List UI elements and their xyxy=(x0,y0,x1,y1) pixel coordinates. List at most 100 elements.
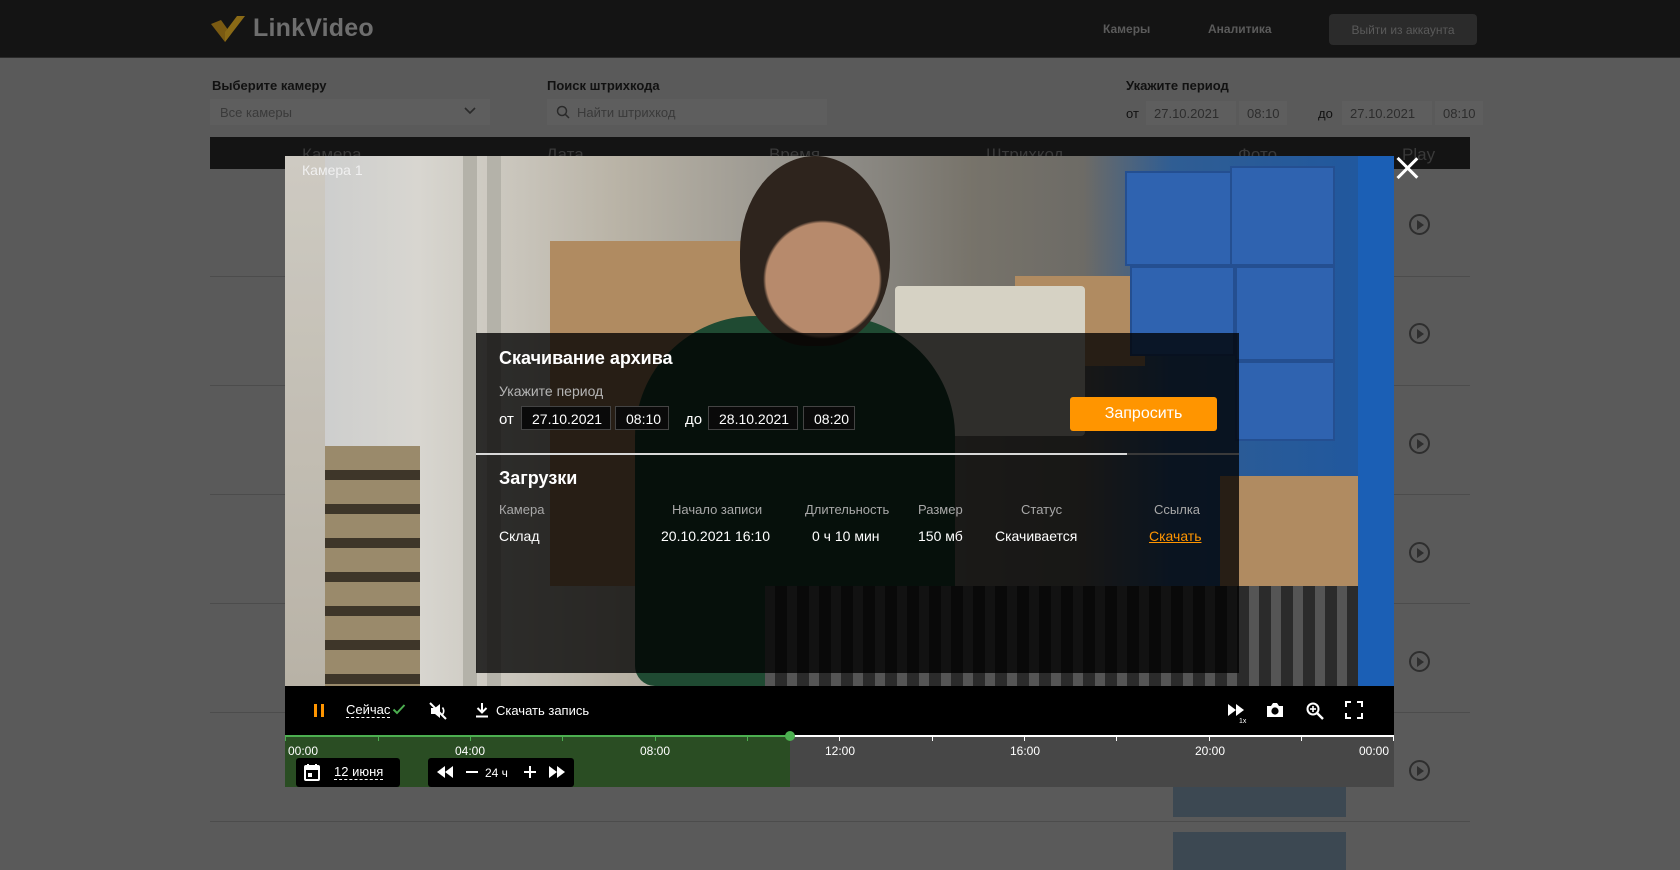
mute-icon[interactable] xyxy=(428,701,448,721)
timeline-label: 12:00 xyxy=(825,744,856,758)
downloads-col-start: Начало записи xyxy=(672,502,763,517)
video-player: Камера 1 Скачивание архива Укажите перио… xyxy=(285,156,1394,787)
video-frame-person-head xyxy=(740,156,890,346)
download-icon[interactable] xyxy=(475,702,489,718)
download-row-size: 150 мб xyxy=(918,528,963,544)
panel-divider xyxy=(476,453,1239,455)
live-now-button[interactable]: Сейчас xyxy=(346,703,391,718)
play-button[interactable] xyxy=(1409,542,1430,563)
download-row-status: Скачивается xyxy=(995,528,1078,544)
timeline-label: 20:00 xyxy=(1195,744,1226,758)
calendar-icon xyxy=(304,764,320,781)
photo-thumbnail[interactable] xyxy=(1173,787,1346,817)
timeline-played-line xyxy=(285,735,790,737)
camera-filter-label: Выберите камеру xyxy=(212,78,327,93)
play-button[interactable] xyxy=(1409,651,1430,672)
date-picker-button[interactable]: 12 июня xyxy=(296,758,400,787)
video-frame-edge xyxy=(285,156,325,686)
timeline-tick xyxy=(1393,735,1394,741)
downloads-title: Загрузки xyxy=(499,468,578,488)
timeline-zoom-value: 24 ч xyxy=(485,766,508,780)
pause-icon[interactable] xyxy=(314,704,325,717)
timeline-label: 08:00 xyxy=(640,744,671,758)
logo[interactable]: LinkVideo xyxy=(211,14,374,43)
download-link[interactable]: Скачать xyxy=(1149,528,1202,544)
plus-icon[interactable] xyxy=(522,764,538,780)
logo-mark-icon xyxy=(211,15,245,42)
period-from-label: от xyxy=(1126,106,1139,121)
barcode-search-input[interactable]: Найти штрихкод xyxy=(547,99,827,125)
nav-analytics[interactable]: Аналитика xyxy=(1208,22,1272,36)
download-period-label: Укажите период xyxy=(499,383,604,399)
chevron-down-icon xyxy=(464,107,476,115)
close-icon[interactable] xyxy=(1391,152,1423,184)
period-to-time[interactable]: 08:10 xyxy=(1435,101,1483,125)
download-row-duration: 0 ч 10 мин xyxy=(812,528,880,544)
fast-forward-icon[interactable] xyxy=(1227,701,1247,719)
fullscreen-icon[interactable] xyxy=(1345,701,1363,719)
video-frame-edge xyxy=(1358,156,1394,686)
rewind-icon[interactable] xyxy=(436,764,454,780)
timeline-tick xyxy=(470,735,471,741)
download-from-date[interactable]: 27.10.2021 xyxy=(521,406,611,430)
check-icon xyxy=(392,704,406,715)
timeline-zoom-controls: 24 ч xyxy=(428,758,574,787)
playback-speed-label: 1x xyxy=(1239,718,1247,725)
download-to-time[interactable]: 08:20 xyxy=(803,406,855,430)
video-frame-crate xyxy=(1235,266,1335,361)
play-button[interactable] xyxy=(1409,323,1430,344)
downloads-col-size: Размер xyxy=(918,502,963,517)
download-from-time[interactable]: 08:10 xyxy=(615,406,669,430)
timeline-position-handle[interactable] xyxy=(785,731,795,741)
date-picker-label: 12 июня xyxy=(334,764,384,780)
logout-button[interactable]: Выйти из аккаунта xyxy=(1329,14,1477,45)
download-to-date[interactable]: 28.10.2021 xyxy=(708,406,798,430)
timeline-tick xyxy=(1024,735,1025,741)
camera-select-value: Все камеры xyxy=(220,105,292,120)
download-row-camera: Склад xyxy=(499,528,540,544)
downloads-col-camera: Камера xyxy=(499,502,545,517)
timeline-tick xyxy=(562,735,563,741)
fast-forward-icon[interactable] xyxy=(548,764,566,780)
video-frame-crate xyxy=(1125,171,1235,266)
timeline-tick xyxy=(1209,735,1210,741)
download-archive-title: Скачивание архива xyxy=(499,348,673,368)
timeline-label: 00:00 xyxy=(288,744,319,758)
timeline-tick xyxy=(285,735,286,741)
camera-select[interactable]: Все камеры xyxy=(210,99,490,125)
period-filter-label: Укажите период xyxy=(1126,78,1229,93)
download-from-label: от xyxy=(499,411,514,428)
period-to-date[interactable]: 27.10.2021 xyxy=(1342,101,1432,125)
nav-cameras[interactable]: Камеры xyxy=(1103,22,1150,36)
video-frame-pallet xyxy=(325,446,420,686)
request-button[interactable]: Запросить xyxy=(1070,397,1217,431)
timeline-tick xyxy=(839,735,840,741)
camera-title: Камера 1 xyxy=(302,162,363,178)
play-button[interactable] xyxy=(1409,760,1430,781)
timeline-tick xyxy=(932,735,933,741)
player-controls: Сейчас Скачать запись 1x xyxy=(285,686,1394,735)
timeline-label: 00:00 xyxy=(1359,744,1390,758)
minus-icon[interactable] xyxy=(464,764,480,780)
camera-icon[interactable] xyxy=(1265,701,1285,719)
zoom-in-icon[interactable] xyxy=(1305,701,1325,721)
downloads-col-status: Статус xyxy=(1021,502,1063,517)
timeline-label: 16:00 xyxy=(1010,744,1041,758)
period-from-date[interactable]: 27.10.2021 xyxy=(1146,101,1236,125)
play-button[interactable] xyxy=(1409,433,1430,454)
timeline-label: 04:00 xyxy=(455,744,486,758)
period-from-time[interactable]: 08:10 xyxy=(1239,101,1287,125)
timeline-tick xyxy=(1301,735,1302,741)
download-record-button[interactable]: Скачать запись xyxy=(496,703,589,718)
play-button[interactable] xyxy=(1409,214,1430,235)
video-frame-crate xyxy=(1235,361,1335,441)
timeline-tick xyxy=(1116,735,1117,741)
timeline[interactable]: 00:00 04:00 08:00 12:00 16:00 20:00 00:0… xyxy=(285,731,1394,787)
search-icon xyxy=(556,105,570,119)
barcode-search-placeholder: Найти штрихкод xyxy=(577,105,676,120)
logo-text: LinkVideo xyxy=(253,14,374,42)
timeline-tick xyxy=(378,735,379,741)
video-frame-shelf xyxy=(463,156,477,686)
photo-thumbnail[interactable] xyxy=(1173,832,1346,870)
downloads-col-duration: Длительность xyxy=(805,502,890,517)
